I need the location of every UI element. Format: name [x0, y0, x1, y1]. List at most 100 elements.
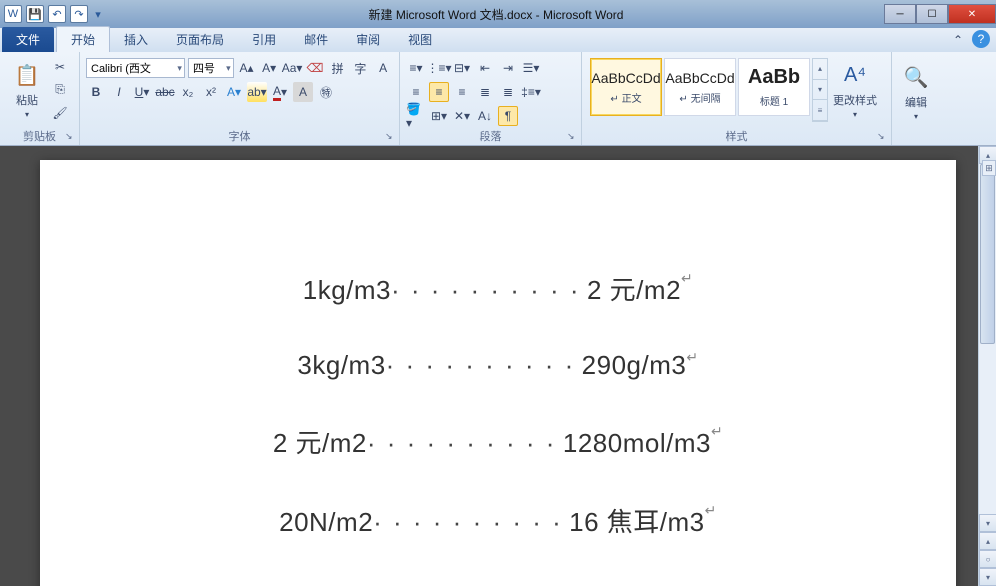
change-case-icon[interactable]: Aa▾ [282, 58, 302, 78]
align-center-icon[interactable]: ≡ [429, 82, 449, 102]
cut-icon[interactable]: ✂ [50, 57, 70, 77]
paste-icon: 📋 [13, 62, 41, 90]
window-buttons: ─ ☐ ✕ [884, 4, 996, 24]
align-left-icon[interactable]: ≡ [406, 82, 426, 102]
tab-home[interactable]: 开始 [56, 26, 110, 52]
font-launcher-icon[interactable]: ↘ [385, 131, 397, 143]
tabs-icon[interactable]: ✕▾ [452, 106, 472, 126]
bold-icon[interactable]: B [86, 82, 106, 102]
vertical-scrollbar[interactable]: ▴ ▾ ▴ ○ ▾ [978, 146, 996, 586]
ribbon: 📋 粘贴 ▾ ✂ ⎘ 🖌 剪贴板 ↘ Calibri (西文 四号 A▴ A▾ … [0, 52, 996, 146]
window-title: 新建 Microsoft Word 文档.docx - Microsoft Wo… [108, 6, 884, 23]
title-bar: W 💾 ↶ ↷ ▾ 新建 Microsoft Word 文档.docx - Mi… [0, 0, 996, 28]
help-icon[interactable]: ? [972, 30, 990, 48]
group-paragraph: ≡▾ ⋮≡▾ ⊟▾ ⇤ ⇥ ☰▾ ≡ ≡ ≡ ≣ ≣ ‡≡▾ 🪣▾ ⊞▾ ✕▾ … [400, 52, 582, 145]
styles-gallery: AaBbCcDd ↵ 正文 AaBbCcDd ↵ 无间隔 AaBb 标题 1 ▴… [588, 54, 830, 126]
underline-icon[interactable]: U▾ [132, 82, 152, 102]
minimize-button[interactable]: ─ [884, 4, 916, 24]
tab-mailings[interactable]: 邮件 [290, 27, 342, 52]
styles-gallery-more[interactable]: ▴ ▾ ≡ [812, 58, 828, 122]
undo-icon[interactable]: ↶ [48, 5, 66, 23]
change-styles-icon: A⁴ [841, 62, 869, 90]
font-color-icon[interactable]: A▾ [270, 82, 290, 102]
line-spacing-icon[interactable]: ‡≡▾ [521, 82, 541, 102]
group-clipboard: 📋 粘贴 ▾ ✂ ⎘ 🖌 剪贴板 ↘ [0, 52, 80, 145]
clipboard-launcher-icon[interactable]: ↘ [65, 131, 77, 143]
paste-label: 粘贴 [16, 92, 38, 108]
tab-layout[interactable]: 页面布局 [162, 27, 238, 52]
bullets-icon[interactable]: ≡▾ [406, 58, 426, 78]
font-size-combo[interactable]: 四号 [188, 58, 234, 78]
style-normal[interactable]: AaBbCcDd ↵ 正文 [590, 58, 662, 116]
italic-icon[interactable]: I [109, 82, 129, 102]
word-app-icon[interactable]: W [4, 5, 22, 23]
tab-insert[interactable]: 插入 [110, 27, 162, 52]
doc-line-2: 3kg/m3· · · · · · · · · · 290g/m3↵ [100, 349, 896, 381]
gallery-expand-icon[interactable]: ≡ [813, 100, 827, 121]
character-border-icon[interactable]: A [373, 58, 393, 78]
next-page-icon[interactable]: ▾ [979, 568, 996, 586]
editing-button[interactable]: 🔍 编辑 ▾ [898, 54, 934, 130]
subscript-icon[interactable]: x₂ [178, 82, 198, 102]
strikethrough-icon[interactable]: abc [155, 82, 175, 102]
group-font: Calibri (西文 四号 A▴ A▾ Aa▾ ⌫ 拼 字 A B I U▾ … [80, 52, 400, 145]
font-name-combo[interactable]: Calibri (西文 [86, 58, 185, 78]
scroll-down-icon[interactable]: ▾ [979, 514, 996, 532]
sort-icon[interactable]: A↓ [475, 106, 495, 126]
format-painter-icon[interactable]: 🖌 [50, 103, 70, 123]
multilevel-icon[interactable]: ⊟▾ [452, 58, 472, 78]
qat-dropdown-icon[interactable]: ▾ [92, 5, 104, 23]
justify-icon[interactable]: ≣ [475, 82, 495, 102]
character-shading-icon[interactable]: A [293, 82, 313, 102]
enclose-icon[interactable]: 字 [351, 58, 371, 78]
style-heading1[interactable]: AaBb 标题 1 [738, 58, 810, 116]
borders-icon[interactable]: ⊞▾ [429, 106, 449, 126]
enclose-char-icon[interactable]: ㊕ [316, 82, 336, 102]
tab-view[interactable]: 视图 [394, 27, 446, 52]
phonetic-icon[interactable]: 拼 [328, 58, 348, 78]
shrink-font-icon[interactable]: A▾ [259, 58, 279, 78]
distribute-icon[interactable]: ≣ [498, 82, 518, 102]
gallery-down-icon[interactable]: ▾ [813, 80, 827, 101]
style-no-spacing[interactable]: AaBbCcDd ↵ 无间隔 [664, 58, 736, 116]
side-panel-icon[interactable]: ⊞ [982, 160, 996, 176]
clear-format-icon[interactable]: ⌫ [305, 58, 325, 78]
shading-icon[interactable]: 🪣▾ [406, 106, 426, 126]
doc-line-4: 20N/m2· · · · · · · · · · 16 焦耳/m3↵ [100, 502, 896, 539]
browse-object-icon[interactable]: ○ [979, 550, 996, 568]
scroll-thumb[interactable] [980, 164, 995, 344]
tab-references[interactable]: 引用 [238, 27, 290, 52]
paragraph-launcher-icon[interactable]: ↘ [567, 131, 579, 143]
superscript-icon[interactable]: x² [201, 82, 221, 102]
quick-access-toolbar: W 💾 ↶ ↷ ▾ [0, 5, 108, 23]
minimize-ribbon-icon[interactable]: ⌃ [948, 30, 968, 50]
highlight-icon[interactable]: ab▾ [247, 82, 267, 102]
align-right-icon[interactable]: ≡ [452, 82, 472, 102]
maximize-button[interactable]: ☐ [916, 4, 948, 24]
doc-line-1: 1kg/m3· · · · · · · · · · 2 元/m2↵ [100, 270, 896, 307]
numbering-icon[interactable]: ⋮≡▾ [429, 58, 449, 78]
document-area: 1kg/m3· · · · · · · · · · 2 元/m2↵ 3kg/m3… [0, 146, 996, 586]
redo-icon[interactable]: ↷ [70, 5, 88, 23]
page[interactable]: 1kg/m3· · · · · · · · · · 2 元/m2↵ 3kg/m3… [40, 160, 956, 586]
change-styles-button[interactable]: A⁴ 更改样式 ▾ [830, 54, 880, 126]
text-effects-icon[interactable]: A▾ [224, 82, 244, 102]
styles-label: 样式 [588, 126, 885, 145]
doc-line-3: 2 元/m2· · · · · · · · · · 1280mol/m3↵ [100, 423, 896, 460]
close-button[interactable]: ✕ [948, 4, 996, 24]
tab-file[interactable]: 文件 [2, 27, 54, 52]
grow-font-icon[interactable]: A▴ [237, 58, 257, 78]
show-marks-icon[interactable]: ¶ [498, 106, 518, 126]
scroll-track[interactable] [979, 164, 996, 532]
find-icon: 🔍 [902, 64, 930, 92]
paste-button[interactable]: 📋 粘贴 ▾ [6, 54, 48, 126]
save-icon[interactable]: 💾 [26, 5, 44, 23]
gallery-up-icon[interactable]: ▴ [813, 59, 827, 80]
asian-layout-icon[interactable]: ☰▾ [521, 58, 541, 78]
decrease-indent-icon[interactable]: ⇤ [475, 58, 495, 78]
styles-launcher-icon[interactable]: ↘ [877, 131, 889, 143]
prev-page-icon[interactable]: ▴ [979, 532, 996, 550]
tab-review[interactable]: 审阅 [342, 27, 394, 52]
increase-indent-icon[interactable]: ⇥ [498, 58, 518, 78]
copy-icon[interactable]: ⎘ [50, 80, 70, 100]
